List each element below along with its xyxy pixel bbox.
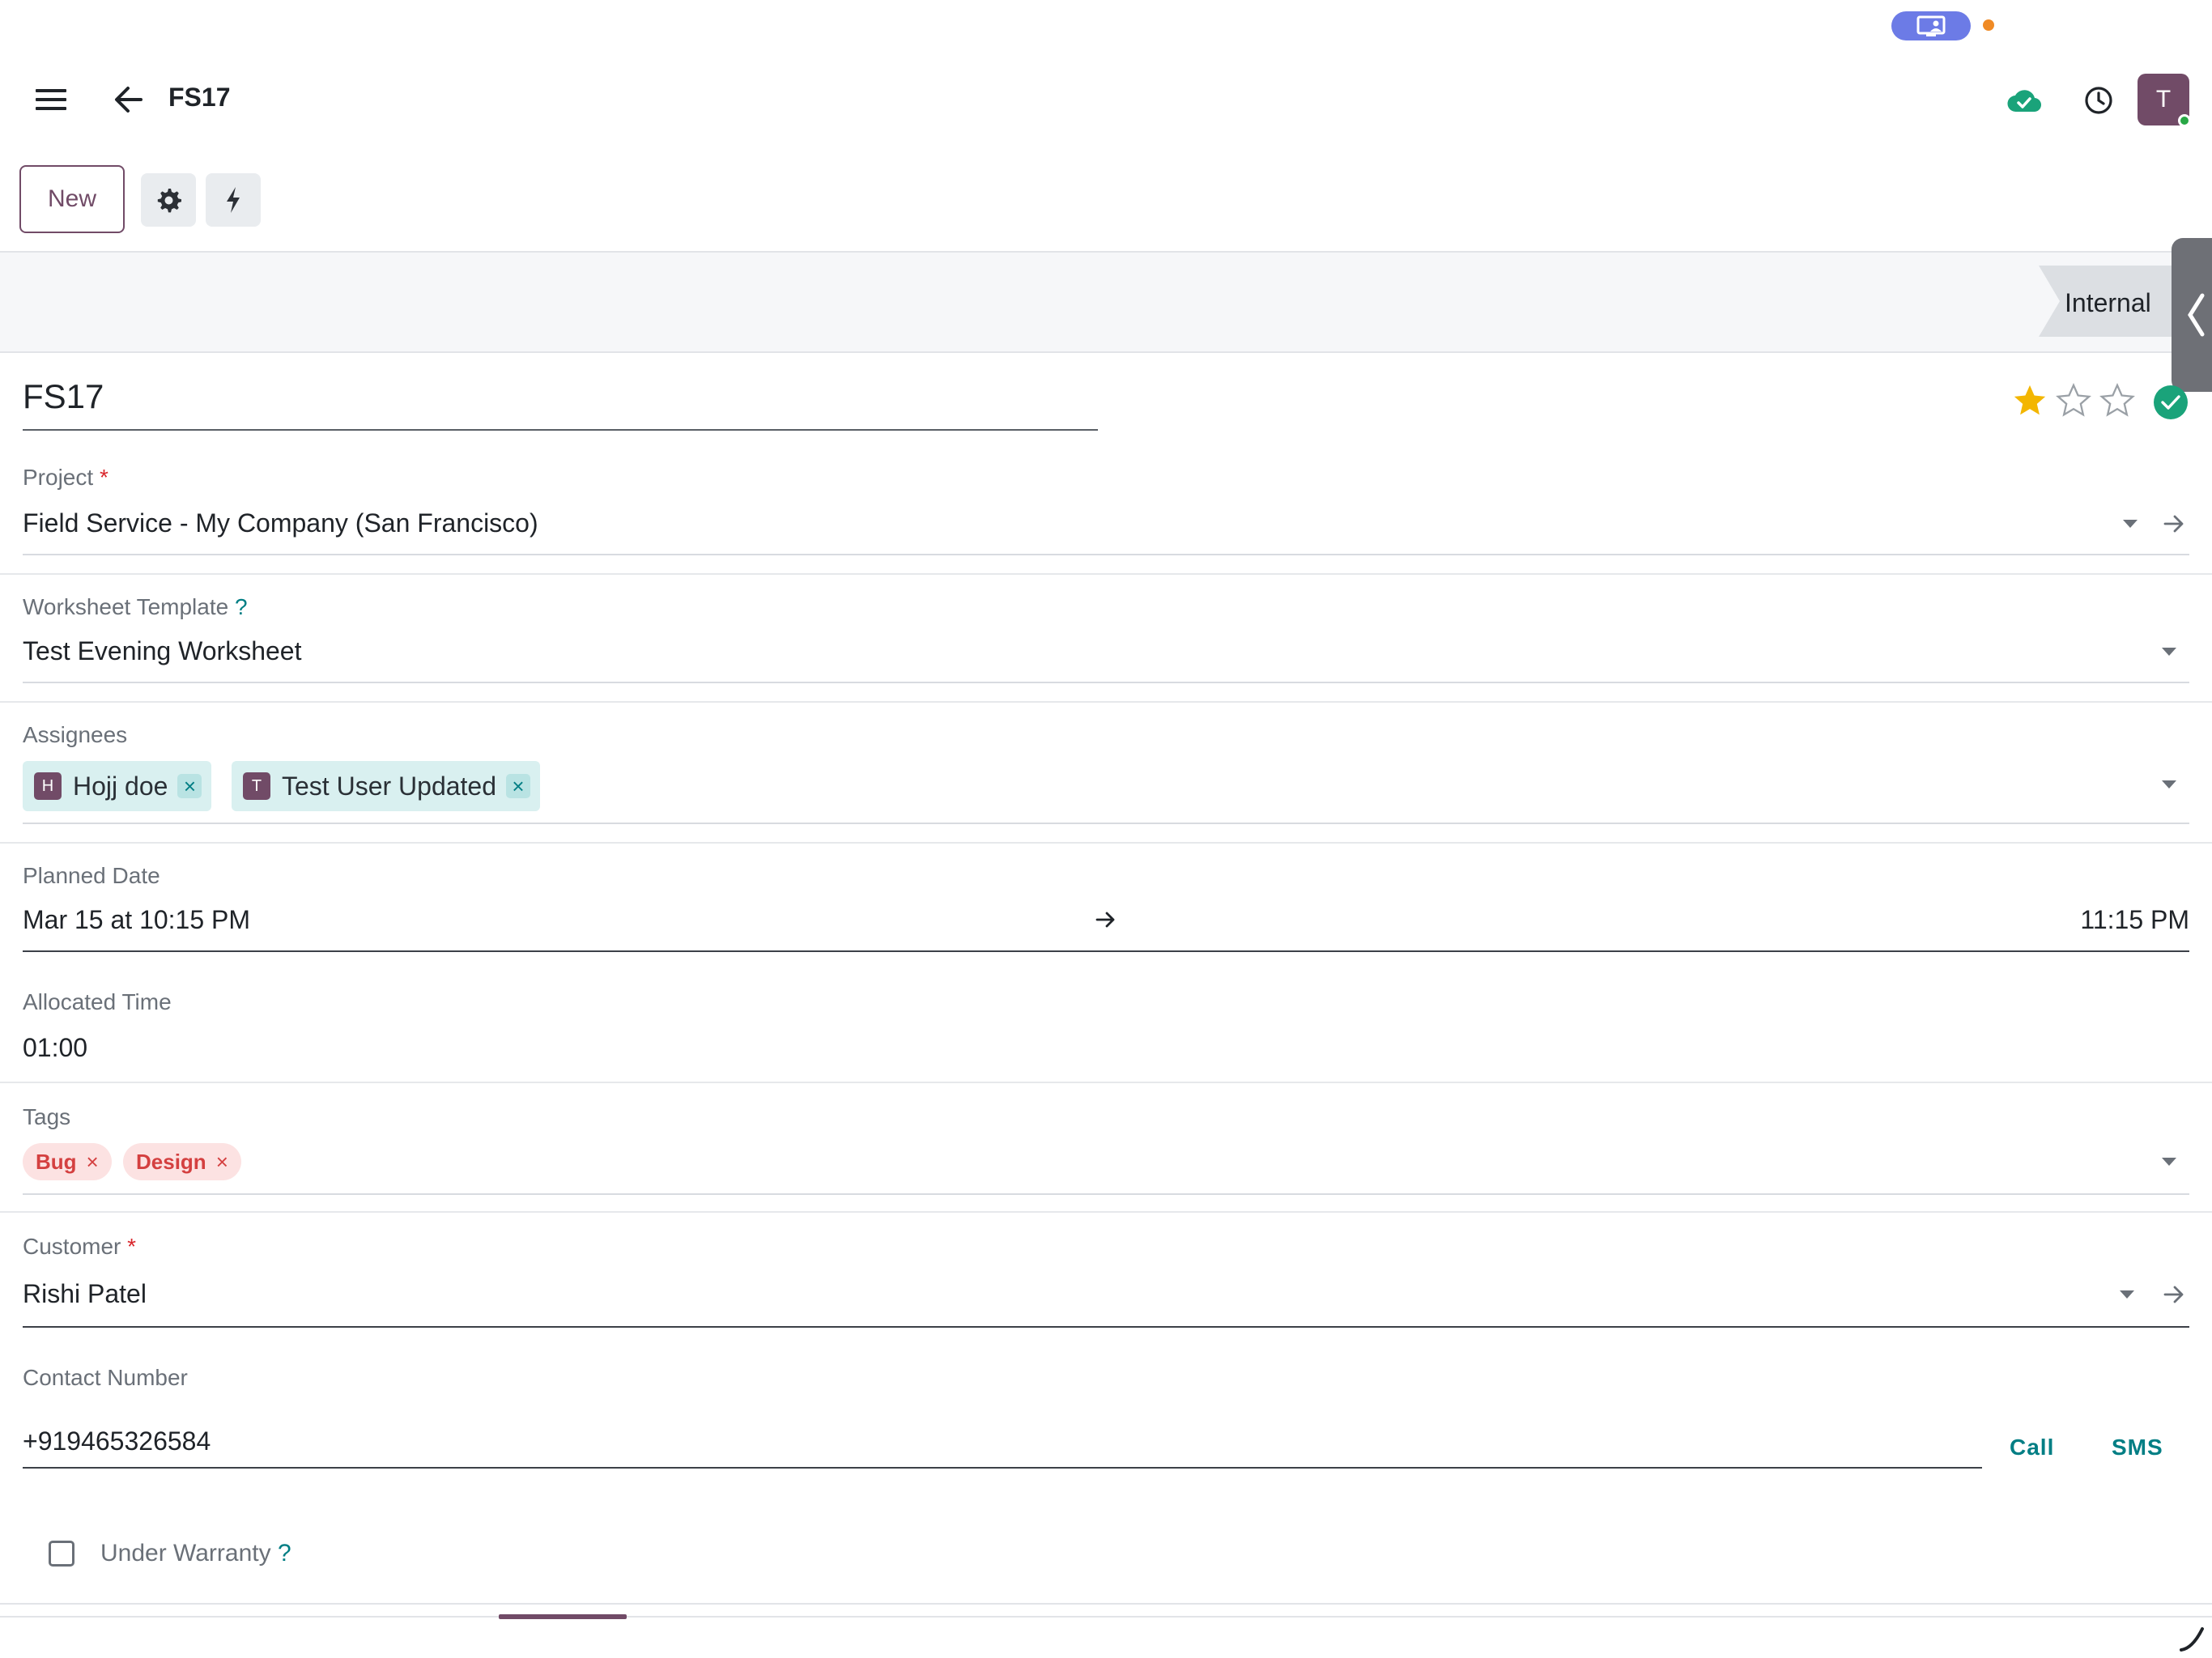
- assignee-name: Hojj doe: [73, 771, 168, 801]
- sms-button[interactable]: SMS: [2112, 1435, 2163, 1460]
- actions-button[interactable]: [206, 173, 261, 227]
- contact-number-underline: [23, 1467, 1982, 1469]
- chevron-left-icon: [2188, 293, 2205, 337]
- chatter-toggle-tab[interactable]: [2172, 238, 2212, 392]
- project-underline: [23, 554, 2189, 555]
- bolt-icon: [227, 187, 240, 213]
- project-value[interactable]: Field Service - My Company (San Francisc…: [23, 508, 538, 538]
- internal-ribbon-label: Internal: [2065, 288, 2151, 317]
- worksheet-template-underline: [23, 682, 2189, 683]
- worksheet-template-value[interactable]: Test Evening Worksheet: [23, 636, 301, 666]
- notebook-tab-active-indicator[interactable]: [499, 1614, 627, 1619]
- customer-underline: [23, 1326, 2189, 1328]
- hamburger-menu-icon[interactable]: [32, 81, 70, 118]
- section-divider: [0, 1211, 2212, 1213]
- screen-share-icon: [1916, 15, 1946, 36]
- priority-star-2[interactable]: [2055, 382, 2092, 419]
- under-warranty-label: Under Warranty ?: [100, 1540, 291, 1567]
- customer-dropdown-icon[interactable]: [2120, 1290, 2134, 1299]
- clock-icon[interactable]: [2081, 83, 2116, 118]
- section-divider: [0, 701, 2212, 703]
- contact-number-label: Contact Number: [23, 1365, 188, 1390]
- breadcrumb-title: FS17: [168, 83, 231, 112]
- resize-handle-icon[interactable]: [2178, 1622, 2207, 1652]
- customer-label: Customer *: [23, 1234, 137, 1259]
- section-divider: [0, 1082, 2212, 1083]
- assignees-underline: [23, 823, 2189, 824]
- project-open-link-icon[interactable]: [2160, 510, 2188, 538]
- record-name-underline: [23, 429, 1098, 431]
- date-range-arrow-icon: [1093, 905, 1119, 934]
- settings-button[interactable]: [141, 173, 196, 227]
- call-button[interactable]: Call: [2010, 1435, 2054, 1460]
- assignee-avatar: H: [34, 772, 62, 800]
- remove-assignee-icon[interactable]: ×: [177, 774, 202, 798]
- tag-badge[interactable]: Bug ×: [23, 1143, 112, 1180]
- tags-dropdown-icon[interactable]: [2162, 1158, 2176, 1166]
- tags-label: Tags: [23, 1104, 71, 1129]
- project-dropdown-icon[interactable]: [2123, 520, 2138, 528]
- priority-star-1[interactable]: [2011, 382, 2048, 419]
- project-label: Project *: [23, 465, 108, 490]
- worksheet-template-label: Worksheet Template ?: [23, 594, 248, 619]
- assignees-label: Assignees: [23, 722, 128, 747]
- planned-date-end[interactable]: 11:15 PM: [2080, 905, 2189, 935]
- record-name-field[interactable]: FS17: [23, 377, 104, 416]
- planned-date-underline: [23, 950, 2189, 952]
- priority-star-3[interactable]: [2099, 382, 2136, 419]
- planned-date-label: Planned Date: [23, 863, 160, 888]
- section-divider: [0, 842, 2212, 844]
- section-divider: [0, 1603, 2212, 1605]
- recording-dot: [1983, 19, 1994, 31]
- status-bar: [0, 251, 2212, 353]
- tag-name: Design: [136, 1149, 206, 1174]
- worksheet-template-dropdown-icon[interactable]: [2162, 648, 2176, 656]
- tag-name: Bug: [36, 1149, 77, 1174]
- online-status-dot: [2178, 114, 2191, 127]
- contact-number-value[interactable]: +919465326584: [23, 1426, 211, 1456]
- remove-tag-icon[interactable]: ×: [216, 1150, 228, 1175]
- section-divider: [0, 573, 2212, 575]
- new-button[interactable]: New: [19, 165, 125, 233]
- arrow-left-icon[interactable]: [110, 81, 147, 118]
- assignee-chip[interactable]: H Hojj doe ×: [23, 761, 212, 811]
- assignees-dropdown-icon[interactable]: [2162, 780, 2176, 789]
- assignee-chip[interactable]: T Test User Updated ×: [232, 761, 541, 811]
- allocated-time-value[interactable]: 01:00: [23, 1033, 87, 1063]
- tag-badge[interactable]: Design ×: [123, 1143, 241, 1180]
- customer-value[interactable]: Rishi Patel: [23, 1279, 147, 1309]
- gear-icon: [157, 189, 181, 213]
- screen-share-indicator[interactable]: [1891, 11, 1971, 40]
- assignee-name: Test User Updated: [282, 771, 497, 801]
- remove-tag-icon[interactable]: ×: [87, 1150, 99, 1175]
- planned-date-start[interactable]: Mar 15 at 10:15 PM: [23, 905, 250, 935]
- remove-assignee-icon[interactable]: ×: [506, 774, 531, 798]
- notebook-tabs-bar: [0, 1616, 2212, 1618]
- tags-underline: [23, 1193, 2189, 1195]
- customer-open-link-icon[interactable]: [2160, 1281, 2188, 1308]
- allocated-time-label: Allocated Time: [23, 989, 172, 1014]
- state-done-icon[interactable]: [2154, 385, 2188, 419]
- assignee-avatar: T: [243, 772, 270, 800]
- cloud-check-icon[interactable]: [2005, 84, 2044, 117]
- under-warranty-checkbox[interactable]: [49, 1541, 74, 1567]
